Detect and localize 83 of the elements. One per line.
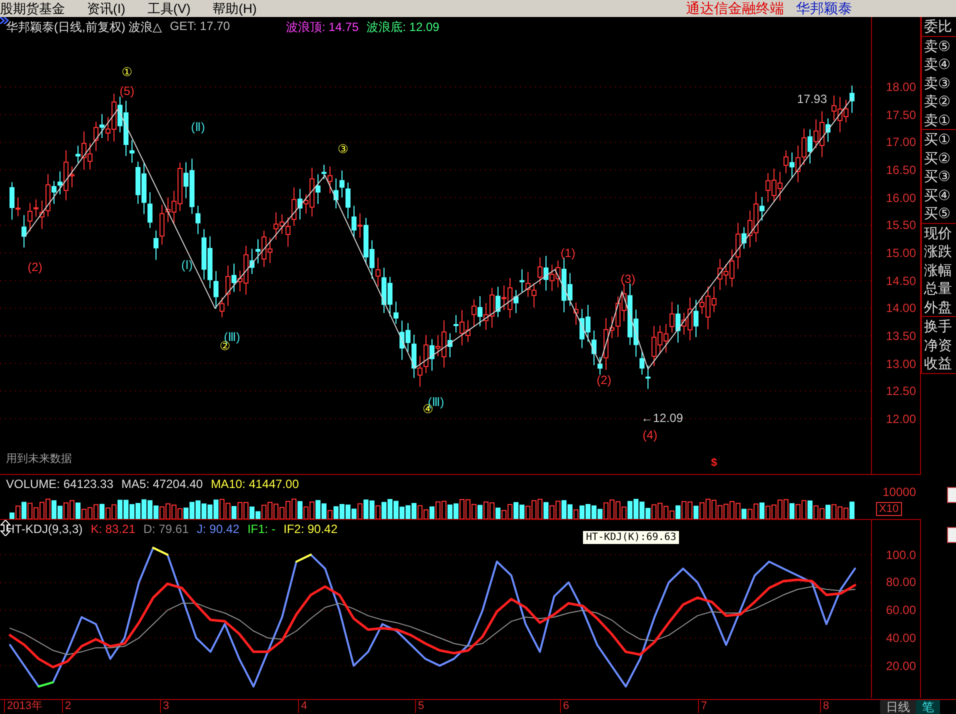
- quote-field-label: 涨跌: [923, 242, 953, 260]
- wave-label: (2): [28, 260, 42, 274]
- scale-label: X10: [876, 502, 902, 516]
- menu-item[interactable]: 股期货基金: [0, 0, 79, 18]
- date-label: 3: [160, 700, 170, 713]
- date-label: 2: [62, 700, 72, 713]
- legend-text: D: 79.61: [143, 522, 189, 536]
- axis-label: 60.00: [886, 603, 916, 618]
- axis-label: 13.50: [886, 328, 916, 343]
- legend-text: GET: 17.70: [170, 19, 230, 35]
- app-title: 通达信金融终端: [686, 0, 784, 18]
- axis-label: 10000: [882, 485, 916, 499]
- quote-field-label: 现价: [923, 224, 953, 242]
- wave-label: ←12.09: [640, 411, 684, 425]
- axis-label: 15.50: [886, 218, 916, 232]
- date-label: 5: [415, 700, 424, 713]
- legend-text: VOLUME: 64123.33: [6, 477, 114, 491]
- axis-label: 12.00: [886, 412, 916, 426]
- axis-label: 80.00: [886, 575, 916, 590]
- quote-field-label: 买④: [923, 186, 952, 204]
- axis-label: 13.00: [886, 356, 916, 370]
- legend-text: HT-KDJ(9,3,3): [6, 522, 83, 536]
- axis-label: 17.50: [886, 108, 916, 122]
- axis-label: 20.00: [886, 658, 916, 673]
- quote-field-label: 收益: [923, 354, 953, 372]
- menu-item[interactable]: 帮助(H): [212, 0, 271, 18]
- wave-label: (2): [596, 373, 612, 387]
- quote-field-label: 涨幅: [923, 260, 953, 279]
- wave-label: (1): [560, 246, 576, 260]
- legend-text: J: 90.42: [196, 522, 240, 536]
- axis-label: 12.50: [886, 384, 916, 398]
- legend-text: 华邦颖泰(日线,前复权) 波浪△: [6, 19, 162, 36]
- quote-field-label: 买①: [923, 130, 952, 148]
- quote-field-label: 卖③: [923, 74, 952, 92]
- axis-label: 100.0: [886, 548, 916, 562]
- quote-field-label: 卖②: [923, 92, 952, 110]
- axis-label: 15.00: [886, 246, 916, 260]
- stock-name: 华邦颖泰: [796, 0, 852, 18]
- quote-field-label: 净资: [923, 336, 953, 354]
- wave-label: 17.93: [796, 92, 828, 106]
- wave-label: ③: [338, 142, 348, 156]
- quote-field-label: 卖④: [923, 55, 952, 74]
- quote-field-label: 换手: [923, 317, 953, 336]
- menu-item[interactable]: 资讯(I): [87, 0, 140, 18]
- menu-item[interactable]: 工具(V): [147, 0, 205, 18]
- wave-label: (5): [120, 84, 134, 98]
- quote-field-label: 外盘: [923, 298, 953, 316]
- legend-text: MA5: 47204.40: [121, 477, 203, 491]
- signal-marker: $: [711, 457, 718, 469]
- axis-label: 14.00: [886, 301, 916, 316]
- date-label: 8: [820, 700, 830, 713]
- quote-field-label: 买③: [923, 167, 952, 186]
- wave-label: (4): [642, 428, 658, 442]
- quote-field-label: 卖①: [923, 110, 952, 129]
- legend-text: IF2: 90.42: [283, 522, 338, 536]
- wave-label: (Ⅰ): [181, 258, 193, 272]
- wave-label: ①: [122, 65, 132, 79]
- quote-field-label: 卖⑤: [923, 36, 952, 55]
- date-label: 6: [560, 700, 570, 713]
- legend-text: 波浪顶: 14.75: [286, 19, 359, 36]
- wave-label: (Ⅱ): [191, 120, 205, 134]
- axis-label: 17.00: [886, 135, 916, 150]
- quote-field-label: 买②: [923, 148, 952, 167]
- view-tab[interactable]: 笔: [916, 700, 940, 714]
- view-tab[interactable]: 日线: [880, 700, 916, 714]
- axis-label: 18.00: [886, 80, 916, 94]
- tooltip: HT-KDJ(K):69.63: [583, 531, 680, 544]
- wave-label: (3): [620, 272, 636, 286]
- warning-text: 用到未来数据: [6, 452, 72, 466]
- quote-field-label: 买⑤: [923, 204, 952, 222]
- legend-text: IF1: -: [247, 522, 276, 536]
- date-label: 4: [298, 700, 308, 713]
- quote-field-label: 总量: [923, 279, 953, 298]
- legend-text: MA10: 41447.00: [210, 477, 299, 491]
- date-label: 2013年: [4, 700, 42, 713]
- axis-label: 40.00: [886, 630, 916, 645]
- date-label: 7: [698, 700, 708, 713]
- axis-label: 16.00: [886, 190, 916, 205]
- quote-field-label: 委比: [923, 17, 953, 36]
- axis-label: 14.50: [886, 274, 916, 288]
- legend-text: K: 83.21: [90, 522, 136, 536]
- legend-text: 波浪底: 12.09: [366, 19, 440, 36]
- axis-label: 16.50: [886, 162, 916, 177]
